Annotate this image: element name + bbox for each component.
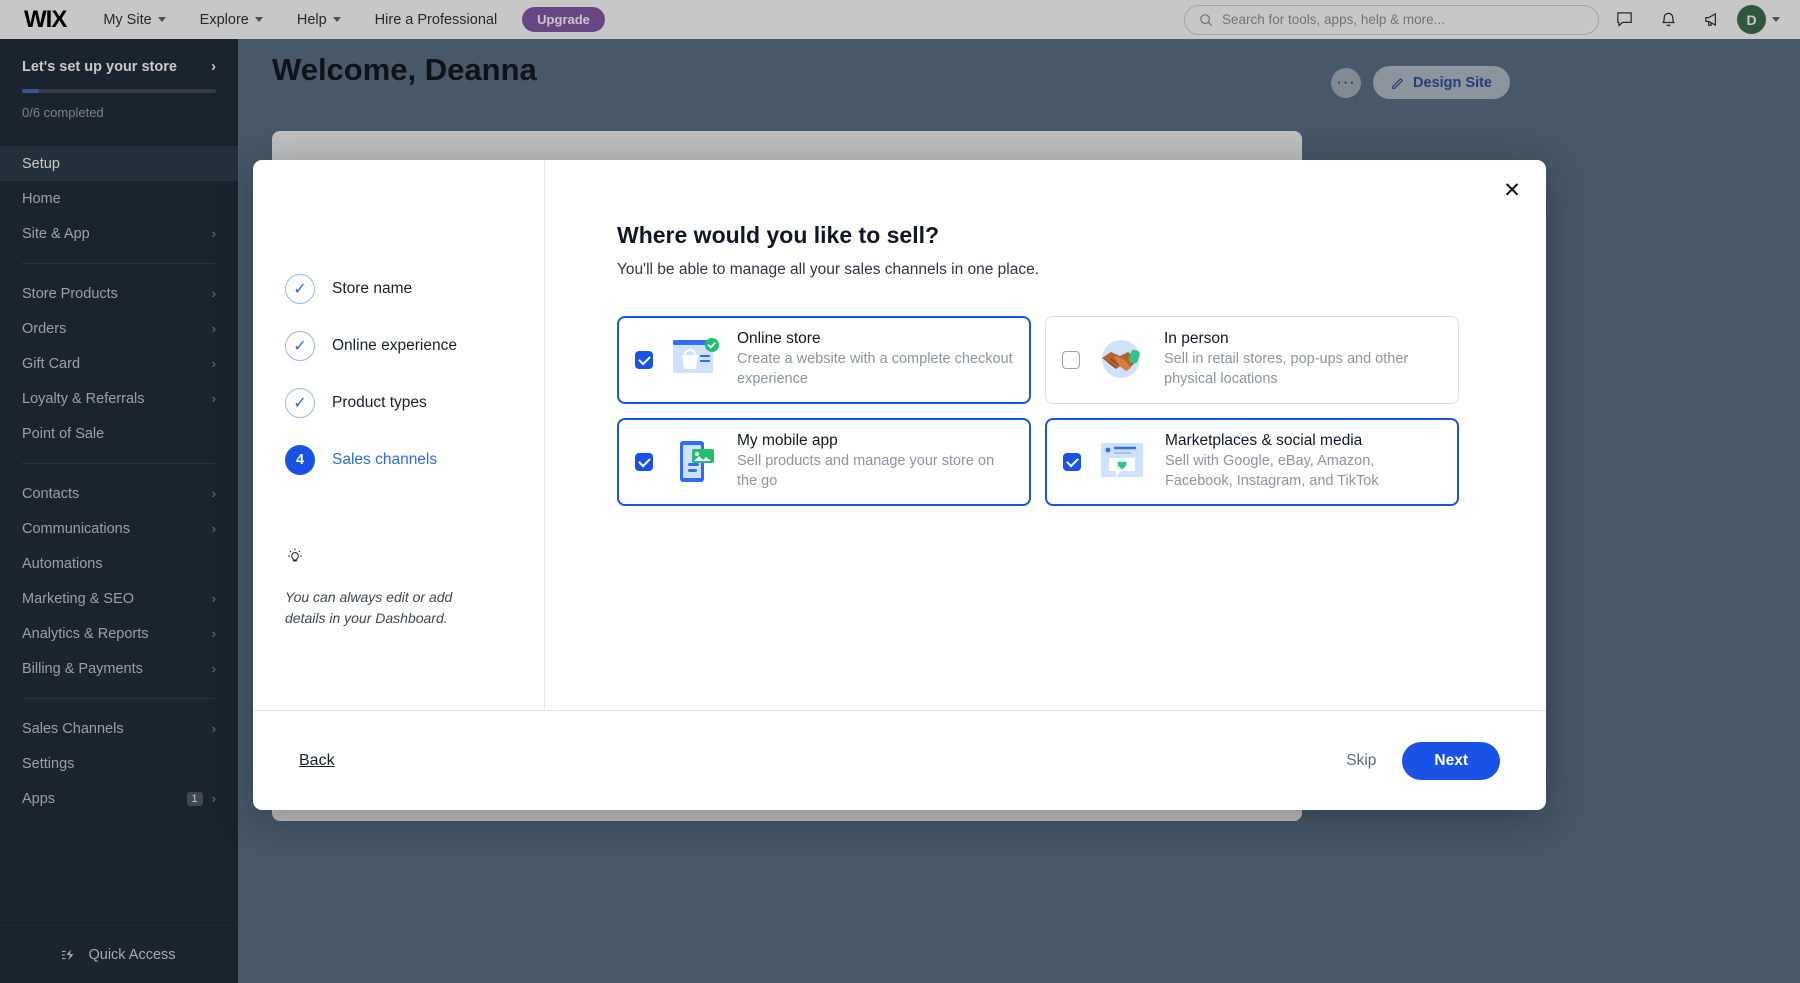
handshake-icon — [1094, 334, 1150, 386]
options-pane: Where would you like to sell? You'll be … — [545, 160, 1546, 710]
option-checkbox[interactable] — [1062, 351, 1080, 369]
setup-step-product-types[interactable]: ✓ Product types — [271, 374, 544, 431]
step-number-badge: 4 — [285, 445, 315, 475]
option-description: Sell products and manage your store on t… — [737, 452, 1013, 491]
option-checkbox[interactable] — [635, 453, 653, 471]
option-card-marketplaces-social-media[interactable]: Marketplaces & social media Sell with Goo… — [1045, 418, 1459, 506]
setup-step-label: Online experience — [332, 337, 457, 355]
tip-text: You can always edit or add details in yo… — [285, 587, 495, 628]
back-button[interactable]: Back — [299, 752, 335, 770]
sales-channel-options-grid: Online store Create a website with a comp… — [617, 316, 1474, 506]
wix-dashboard: WIX My Site Explore Help Hire a Professi… — [0, 0, 1800, 983]
option-name: Online store — [737, 330, 1013, 348]
modal-footer: Back Skip Next — [253, 710, 1546, 810]
setup-step-label: Sales channels — [332, 451, 437, 469]
option-text-group: My mobile app Sell products and manage yo… — [737, 432, 1013, 491]
setup-step-sales-channels[interactable]: 4 Sales channels — [271, 431, 544, 488]
setup-steps-pane: ✓ Store name ✓ Online experience ✓ Product ty… — [253, 160, 545, 710]
option-text-group: In person Sell in retail stores, pop-ups … — [1164, 330, 1442, 389]
step-check-icon: ✓ — [285, 388, 315, 418]
setup-step-online-experience[interactable]: ✓ Online experience — [271, 317, 544, 374]
modal-footer-right: Skip Next — [1346, 742, 1500, 780]
setup-step-label: Product types — [332, 394, 427, 412]
step-check-icon: ✓ — [285, 331, 315, 361]
next-button[interactable]: Next — [1402, 742, 1500, 780]
setup-step-store-name[interactable]: ✓ Store name — [271, 260, 544, 317]
modal-body: ✓ Store name ✓ Online experience ✓ Product ty… — [253, 160, 1546, 710]
setup-steps-list: ✓ Store name ✓ Online experience ✓ Product ty… — [271, 260, 544, 488]
skip-button[interactable]: Skip — [1346, 752, 1376, 770]
mobile-app-icon — [667, 436, 723, 488]
option-description: Sell with Google, eBay, Amazon, Facebook… — [1165, 452, 1441, 491]
close-icon[interactable]: ✕ — [1496, 174, 1528, 206]
option-card-online-store[interactable]: Online store Create a website with a comp… — [617, 316, 1031, 404]
option-card-in-person[interactable]: In person Sell in retail stores, pop-ups … — [1045, 316, 1459, 404]
option-description: Create a website with a complete checkou… — [737, 350, 1013, 389]
sales-channels-modal: ✕ ✓ Store name ✓ Online experience ✓ Product … — [253, 160, 1546, 810]
tip-box: You can always edit or add details in yo… — [285, 547, 495, 628]
option-name: My mobile app — [737, 432, 1013, 450]
option-description: Sell in retail stores, pop-ups and other… — [1164, 350, 1442, 389]
option-checkbox[interactable] — [1063, 453, 1081, 471]
option-text-group: Marketplaces & social media Sell with Goo… — [1165, 432, 1441, 491]
social-post-icon — [1095, 436, 1151, 488]
option-card-my-mobile-app[interactable]: My mobile app Sell products and manage yo… — [617, 418, 1031, 506]
option-name: Marketplaces & social media — [1165, 432, 1441, 450]
online-store-icon — [667, 334, 723, 386]
modal-subheading: You'll be able to manage all your sales … — [617, 261, 1474, 279]
option-name: In person — [1164, 330, 1442, 348]
setup-step-label: Store name — [332, 280, 412, 298]
lightbulb-icon — [285, 547, 305, 567]
option-checkbox[interactable] — [635, 351, 653, 369]
step-check-icon: ✓ — [285, 274, 315, 304]
option-text-group: Online store Create a website with a comp… — [737, 330, 1013, 389]
modal-heading: Where would you like to sell? — [617, 222, 1474, 249]
